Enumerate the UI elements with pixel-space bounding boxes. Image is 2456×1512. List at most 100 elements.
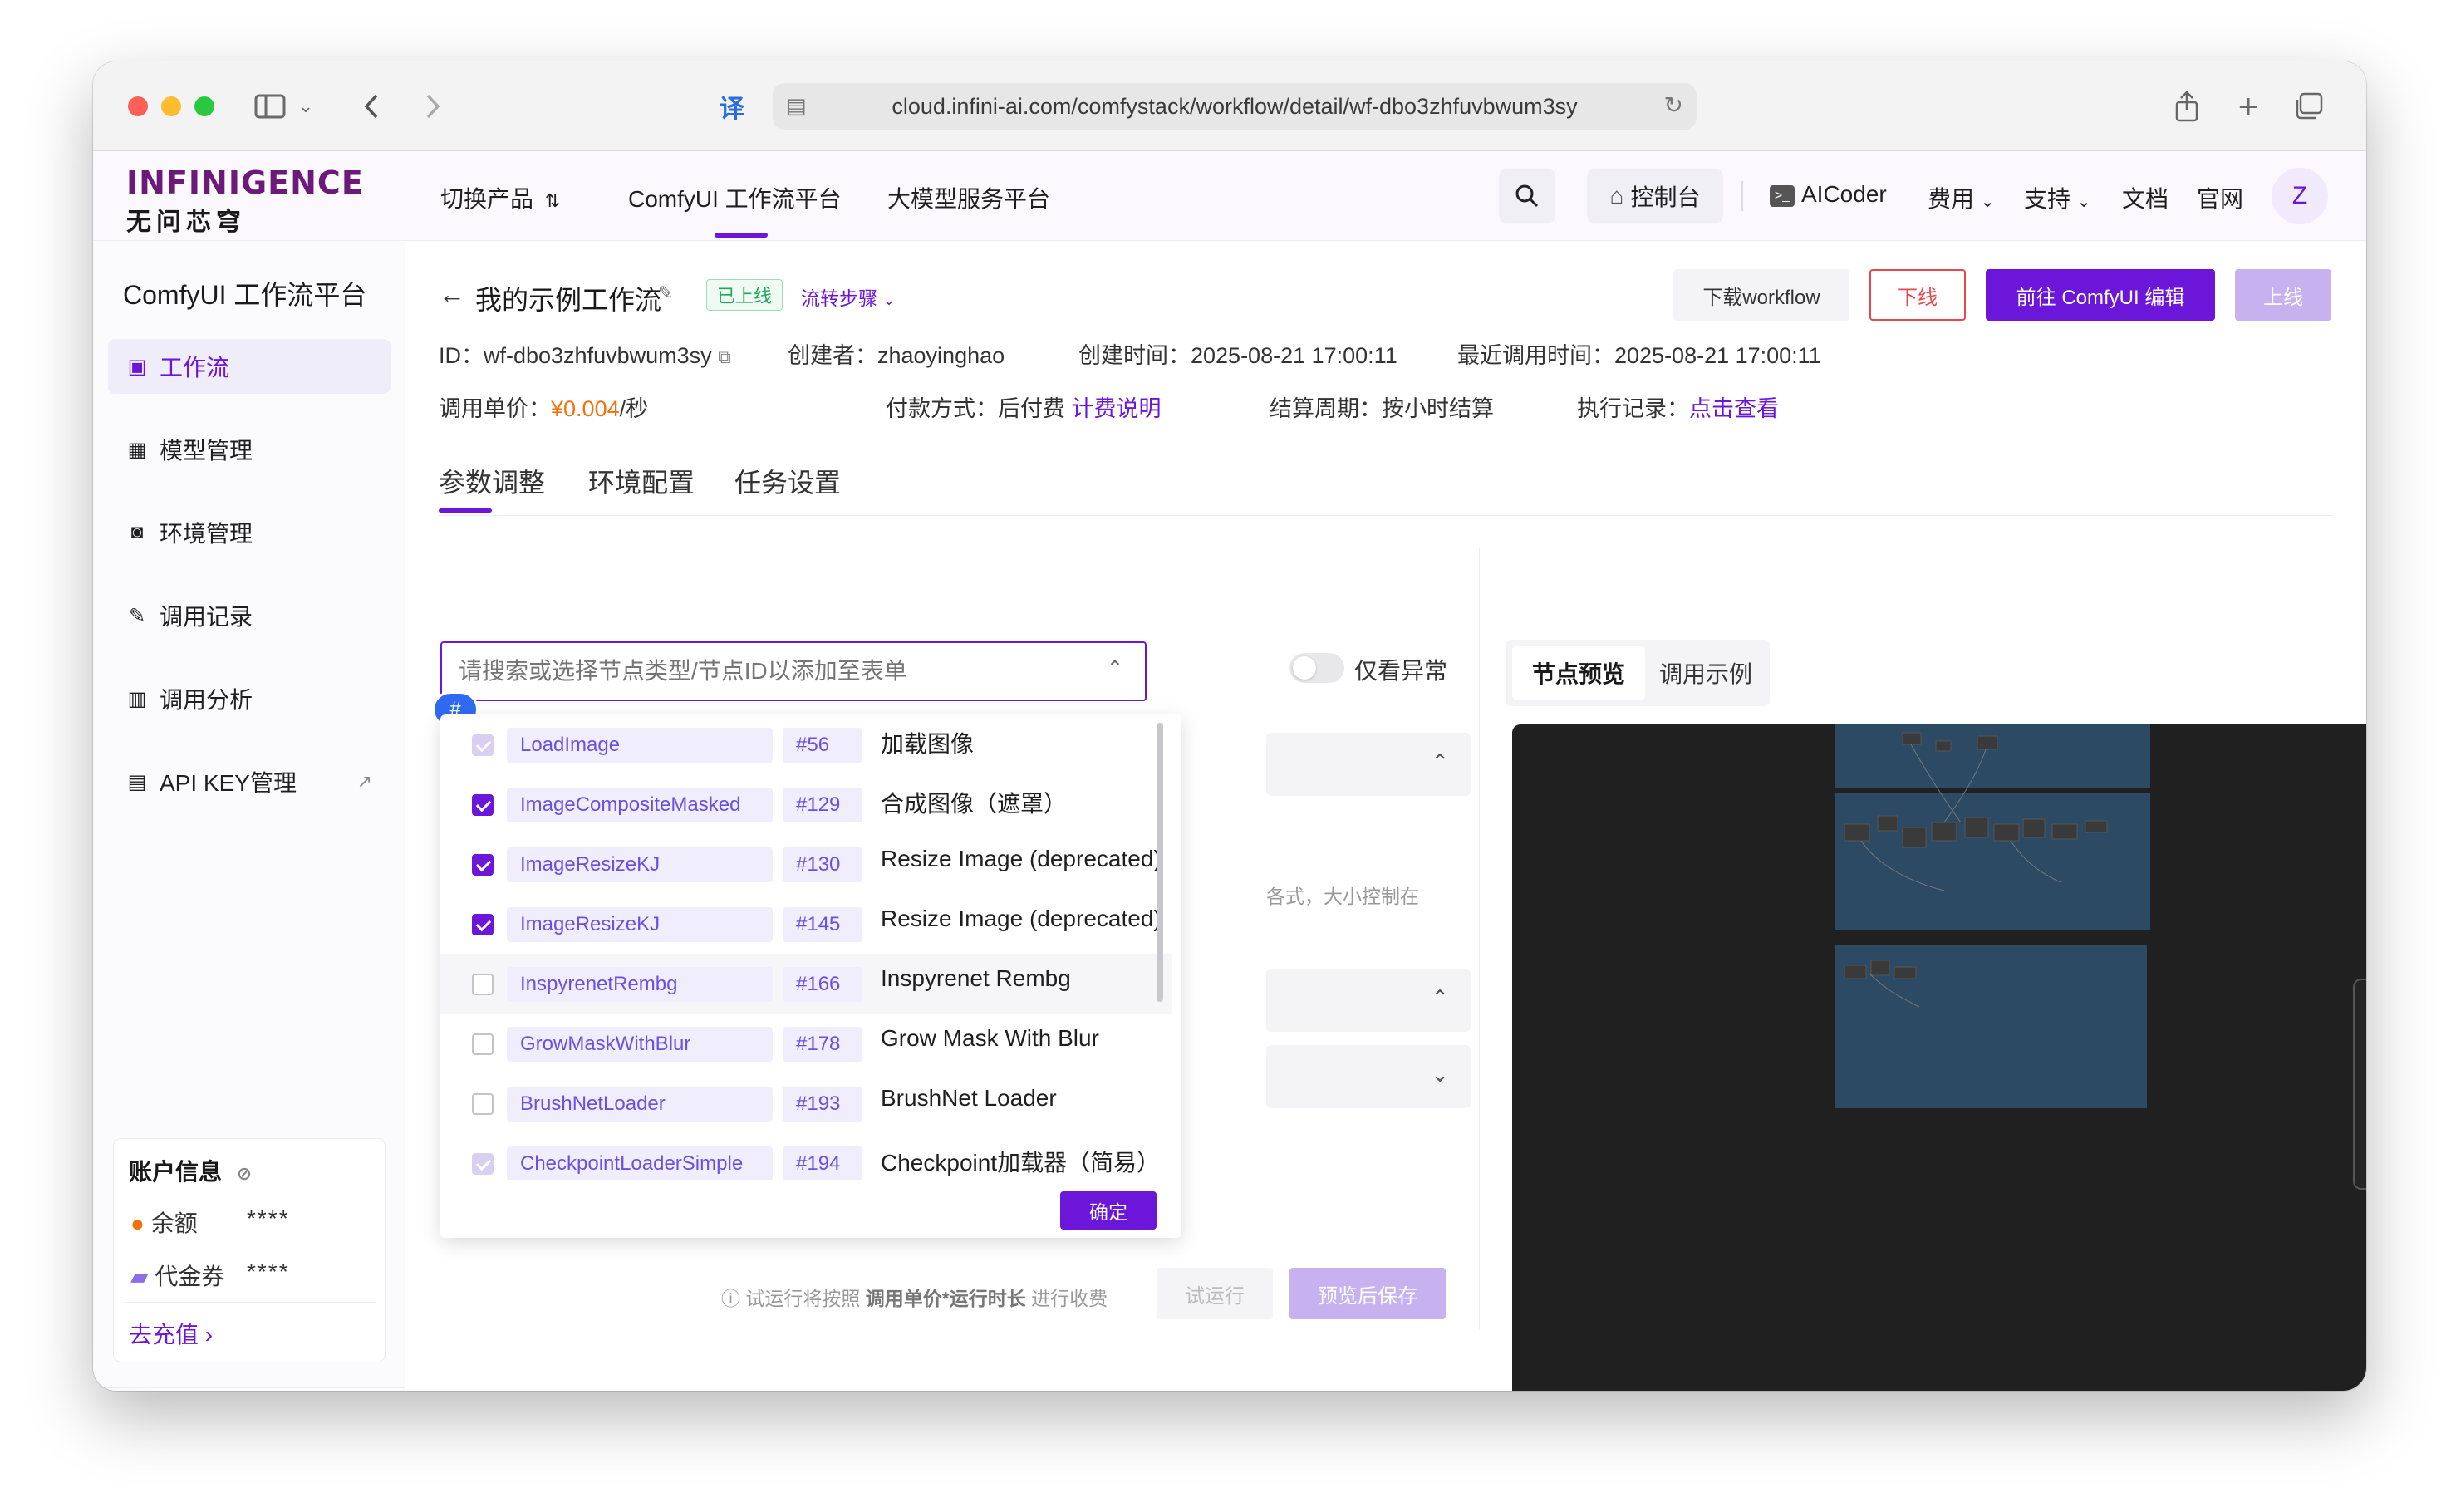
translate-icon[interactable]: 译 <box>713 86 751 126</box>
node-search-select[interactable]: ⌃ <box>440 641 1147 701</box>
chevron-down-icon: ⌄ <box>882 292 896 308</box>
only-errors-toggle[interactable] <box>1289 653 1344 683</box>
user-avatar[interactable]: Z <box>2272 168 2328 224</box>
node-option-checkbox[interactable] <box>472 854 494 876</box>
collapse-panel[interactable]: ⌃ <box>1266 733 1471 796</box>
preview-save-button[interactable]: 预览后保存 <box>1289 1268 1446 1319</box>
node-option-checkbox[interactable] <box>472 1153 494 1175</box>
nav-comfyui-platform[interactable]: ComfyUI 工作流平台 <box>628 181 842 214</box>
zoom-in-icon[interactable]: ⊕ <box>2355 1063 2366 1091</box>
confirm-button[interactable]: 确定 <box>1060 1191 1157 1230</box>
sidebar-item-environment[interactable]: ◙ 环境管理 <box>108 505 391 560</box>
tab-task-settings[interactable]: 任务设置 <box>734 462 841 500</box>
tab-node-preview[interactable]: 节点预览 <box>1512 646 1645 700</box>
price-unit: /秒 <box>619 396 649 421</box>
address-bar[interactable]: ▤ cloud.infini-ai.com/comfystack/workflo… <box>773 83 1697 130</box>
chevron-down-icon[interactable]: ⌄ <box>296 86 316 126</box>
node-option-checkbox[interactable] <box>472 974 494 995</box>
trial-run-button[interactable]: 试运行 <box>1157 1268 1273 1319</box>
id-label: ID： <box>439 343 484 368</box>
support-menu[interactable]: 支持 ⌄ <box>2024 181 2091 214</box>
only-errors-label: 仅看异常 <box>1354 658 1448 684</box>
console-button[interactable]: ⌂ 控制台 <box>1587 169 1723 223</box>
browser-titlebar: ⌄ 译 ▤ cloud.infini-ai.com/comfystack/wor… <box>93 61 2366 151</box>
tab-environment[interactable]: 环境配置 <box>588 462 695 500</box>
fit-view-icon[interactable]: ⤢ <box>2355 995 2366 1022</box>
online-button[interactable]: 上线 <box>2235 269 2331 321</box>
node-option-row[interactable]: ImageCompositeMasked #129 合成图像（遮罩） <box>440 774 1172 834</box>
eye-off-icon[interactable]: ⊘ <box>237 1163 252 1184</box>
node-preview-canvas[interactable]: ⤢ ⊕ ⊖ <box>1512 724 2366 1391</box>
node-id-tag: #193 <box>783 1087 862 1122</box>
node-type-tag: LoadImage <box>507 728 773 763</box>
tab-call-example[interactable]: 调用示例 <box>1645 646 1766 700</box>
sidebar-item-label: 调用记录 <box>160 604 253 630</box>
node-option-checkbox[interactable] <box>472 914 494 935</box>
sidebar-item-call-records[interactable]: ✎ 调用记录 <box>108 588 391 643</box>
page-settings-icon[interactable]: ▤ <box>786 93 807 119</box>
account-title-text: 账户信息 <box>129 1159 223 1185</box>
back-arrow-icon[interactable] <box>357 86 386 126</box>
reload-icon[interactable]: ↻ <box>1664 91 1683 119</box>
fees-menu[interactable]: 费用 ⌄ <box>1928 181 1995 214</box>
sidebar-item-workflow[interactable]: ▣ 工作流 <box>108 339 391 394</box>
node-option-row[interactable]: GrowMaskWithBlur #178 Grow Mask With Blur <box>440 1014 1172 1073</box>
back-arrow-icon[interactable]: ← <box>439 279 465 310</box>
recharge-link[interactable]: 去充值 › <box>129 1317 213 1350</box>
node-option-checkbox[interactable] <box>472 734 494 756</box>
forward-arrow-icon[interactable] <box>419 86 447 126</box>
logo-english[interactable]: INFINIGENCE <box>126 164 364 201</box>
pay-label: 付款方式： <box>886 396 998 421</box>
sidebar-toggle-icon[interactable] <box>251 86 289 126</box>
note-suffix: 进行收费 <box>1031 1288 1108 1309</box>
node-option-row[interactable]: ImageResizeKJ #145 Resize Image (deprecate… <box>440 894 1172 954</box>
node-option-row[interactable]: ImageResizeKJ #130 Resize Image (deprecate… <box>440 834 1172 894</box>
node-name: 合成图像（遮罩） <box>881 791 1068 817</box>
sidebar-item-api-key[interactable]: ▤ API KEY管理 ↗ <box>108 754 391 809</box>
canvas-controls: ⤢ ⊕ ⊖ <box>2353 979 2366 1190</box>
creator-label: 创建者： <box>788 343 877 368</box>
node-option-row[interactable]: LoadImage #56 加载图像 <box>440 714 1172 774</box>
node-option-checkbox[interactable] <box>472 1093 494 1115</box>
node-option-checkbox[interactable] <box>472 1033 494 1055</box>
copy-icon[interactable]: ⧉ <box>718 346 731 367</box>
sidebar-item-call-analysis[interactable]: ▥ 调用分析 <box>108 671 391 726</box>
node-dropdown-list: LoadImage #56 加载图像 ImageCompositeMasked #129… <box>440 714 1181 1238</box>
open-comfyui-editor-button[interactable]: 前往 ComfyUI 编辑 <box>1986 269 2215 321</box>
search-button[interactable] <box>1499 169 1555 223</box>
share-icon[interactable] <box>2170 86 2203 126</box>
node-option-row[interactable]: BrushNetLoader #193 BrushNet Loader <box>440 1073 1172 1133</box>
tab-params[interactable]: 参数调整 <box>439 462 545 500</box>
collapse-panel[interactable]: ⌃ <box>1266 969 1471 1032</box>
switch-product-button[interactable]: 切换产品 ⇅ <box>440 181 560 214</box>
minimize-window-button[interactable] <box>161 96 181 116</box>
aicoder-link[interactable]: >_ AICoder <box>1770 181 1887 208</box>
node-name: Inspyrenet Rembg <box>881 965 1071 991</box>
new-tab-icon[interactable]: + <box>2232 86 2265 126</box>
download-workflow-button[interactable]: 下载workflow <box>1673 269 1849 321</box>
billing-info-link[interactable]: 计费说明 <box>1072 396 1162 421</box>
node-option-checkbox[interactable] <box>472 794 494 816</box>
divider <box>125 1302 375 1303</box>
close-window-button[interactable] <box>128 96 148 116</box>
node-search-input[interactable] <box>457 655 1072 688</box>
node-option-row[interactable]: InspyrenetRembg #166 Inspyrenet Rembg <box>440 954 1172 1014</box>
sidebar-item-models[interactable]: ▦ 模型管理 <box>108 422 391 477</box>
zoom-window-button[interactable] <box>194 96 214 116</box>
terminal-icon: >_ <box>1770 184 1795 207</box>
tab-overview-icon[interactable] <box>2290 86 2326 126</box>
official-site-link[interactable]: 官网 <box>2197 181 2243 214</box>
flow-steps-dropdown[interactable]: 流转步骤 ⌄ <box>801 282 895 311</box>
nav-llm-platform[interactable]: 大模型服务平台 <box>887 181 1050 214</box>
edit-title-icon[interactable]: ✎ <box>658 282 673 304</box>
flow-steps-label: 流转步骤 <box>801 287 877 309</box>
collapse-panel[interactable]: ⌄ <box>1266 1045 1471 1108</box>
node-option-row[interactable]: CheckpointLoaderSimple #194 Checkpoint加载器（… <box>440 1133 1172 1180</box>
node-type-tag: ImageResizeKJ <box>507 847 773 882</box>
view-records-link[interactable]: 点击查看 <box>1689 396 1779 421</box>
docs-link[interactable]: 文档 <box>2122 181 2169 214</box>
offline-button[interactable]: 下线 <box>1869 269 1966 321</box>
zoom-out-icon[interactable]: ⊖ <box>2355 1132 2366 1159</box>
scrollbar-thumb[interactable] <box>1157 723 1163 1002</box>
node-type-tag: ImageResizeKJ <box>507 907 773 942</box>
